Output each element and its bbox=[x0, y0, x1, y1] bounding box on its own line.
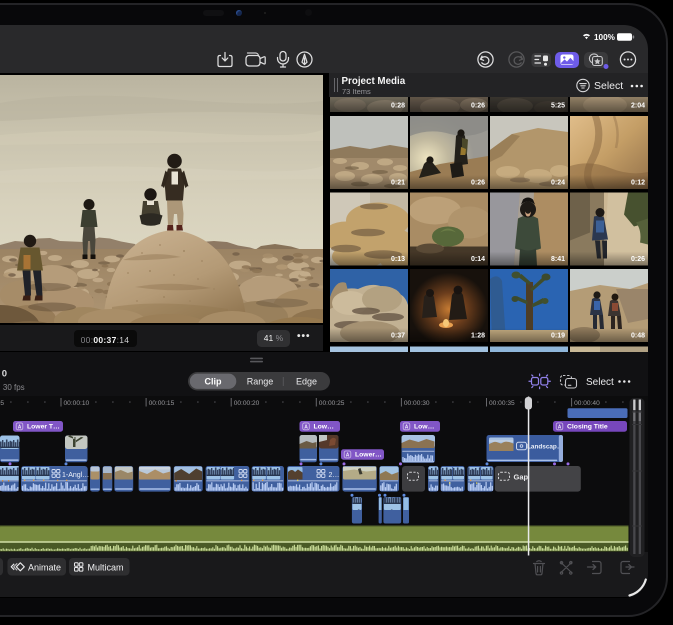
svg-text:00:00:30: 00:00:30 bbox=[404, 400, 430, 407]
svg-text:0:37: 0:37 bbox=[391, 333, 405, 340]
svg-text:0:14: 0:14 bbox=[471, 256, 485, 263]
svg-text:Lower T…: Lower T… bbox=[27, 424, 60, 431]
svg-text:00:00:10: 00:00:10 bbox=[64, 400, 90, 407]
svg-text:0:19: 0:19 bbox=[551, 333, 565, 340]
svg-text:2:04: 2:04 bbox=[631, 103, 645, 110]
svg-text:00:00:35: 00:00:35 bbox=[489, 400, 515, 407]
svg-text:0:48: 0:48 bbox=[631, 333, 645, 340]
svg-text:· 30 fps: · 30 fps bbox=[0, 383, 25, 392]
svg-text:2…: 2… bbox=[329, 472, 340, 479]
svg-text:00:00:40: 00:00:40 bbox=[574, 400, 600, 407]
svg-text:Animate: Animate bbox=[28, 563, 61, 573]
svg-text:Low…: Low… bbox=[414, 424, 435, 431]
svg-text:0:24: 0:24 bbox=[551, 180, 565, 187]
svg-text:0:21: 0:21 bbox=[391, 180, 405, 187]
svg-text:Closing Title: Closing Title bbox=[567, 424, 608, 431]
svg-text:0:28: 0:28 bbox=[391, 103, 405, 110]
svg-text:8:41: 8:41 bbox=[551, 256, 565, 263]
svg-text:Gap: Gap bbox=[514, 473, 529, 482]
svg-text:0:26: 0:26 bbox=[471, 180, 485, 187]
svg-text:1-Angl…: 1-Angl… bbox=[62, 472, 89, 479]
svg-text:Clip: Clip bbox=[205, 377, 223, 387]
svg-text:A: A bbox=[558, 424, 562, 430]
svg-text:Multicam: Multicam bbox=[88, 563, 124, 573]
svg-text:0:12: 0:12 bbox=[631, 180, 645, 187]
svg-text:Select: Select bbox=[586, 377, 614, 388]
svg-text:00:00:25: 00:00:25 bbox=[319, 400, 345, 407]
svg-text:A: A bbox=[18, 424, 22, 430]
svg-text:Low…: Low… bbox=[314, 424, 335, 431]
svg-text:5:25: 5:25 bbox=[551, 103, 565, 110]
svg-text:100%: 100% bbox=[594, 33, 616, 42]
svg-text:0:13: 0:13 bbox=[391, 256, 405, 263]
svg-text:Lower…: Lower… bbox=[355, 452, 382, 459]
svg-text:Edge: Edge bbox=[296, 377, 317, 387]
svg-text:A: A bbox=[346, 452, 350, 458]
svg-text:Landscap…: Landscap… bbox=[527, 444, 563, 451]
svg-text:00:00:05: 00:00:05 bbox=[0, 400, 4, 407]
svg-text:00:00:20: 00:00:20 bbox=[234, 400, 260, 407]
svg-text:Range: Range bbox=[247, 377, 274, 387]
svg-text:1:28: 1:28 bbox=[471, 333, 485, 340]
svg-text:0:26: 0:26 bbox=[631, 256, 645, 263]
svg-text:00:00:15: 00:00:15 bbox=[149, 400, 175, 407]
svg-text:0:26: 0:26 bbox=[471, 103, 485, 110]
svg-text:A: A bbox=[304, 424, 308, 430]
svg-text:Select: Select bbox=[594, 80, 623, 92]
svg-text:A: A bbox=[405, 424, 409, 430]
svg-text:0: 0 bbox=[2, 369, 7, 380]
